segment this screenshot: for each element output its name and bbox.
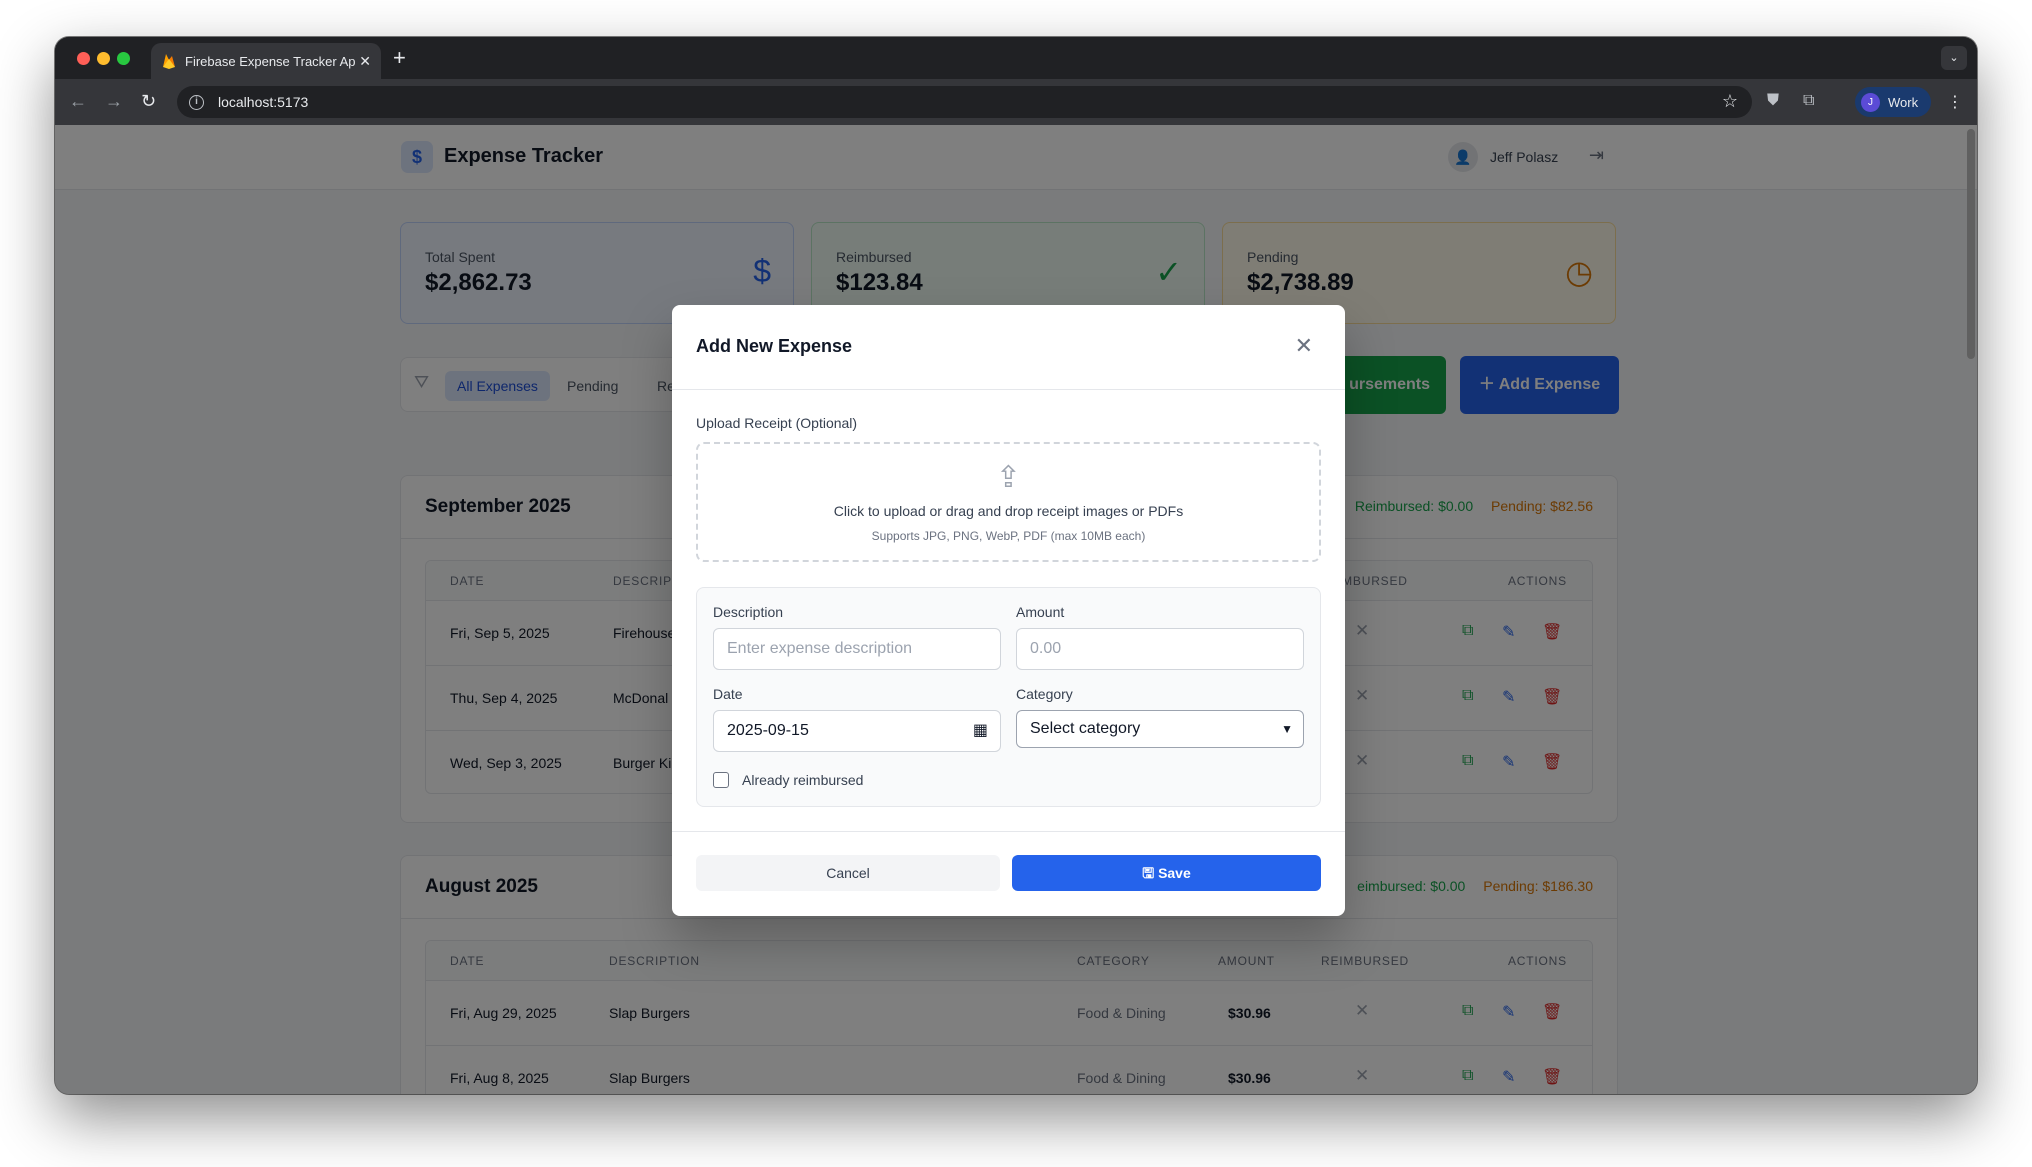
description-label: Description [713, 604, 784, 620]
upload-label: Upload Receipt (Optional) [696, 415, 858, 431]
amount-label: Amount [1016, 604, 1065, 620]
address-url: localhost:5173 [218, 94, 309, 110]
close-tab-icon[interactable]: ✕ [359, 53, 371, 70]
date-label: Date [713, 686, 743, 702]
upload-formats: Supports JPG, PNG, WebP, PDF (max 10MB e… [871, 529, 1146, 543]
date-input[interactable]: 2025-09-15 ▦ [713, 710, 1001, 752]
chevron-down-icon: ▼ [1281, 722, 1293, 736]
site-info-icon[interactable]: i [189, 94, 204, 110]
save-label: Save [1158, 865, 1191, 881]
receipt-dropzone[interactable]: ⇪ Click to upload or drag and drop recei… [696, 442, 1321, 562]
shield-extension-icon[interactable]: ⛊ [1767, 92, 1779, 110]
expense-form: Description Enter expense description Am… [696, 587, 1321, 807]
description-input[interactable]: Enter expense description [713, 628, 1001, 670]
firebase-icon [163, 54, 175, 69]
address-bar[interactable]: i localhost:5173 ☆ [177, 86, 1752, 118]
maximize-window-button[interactable] [117, 52, 130, 65]
page-viewport: $ Expense Tracker 👤 Jeff Polasz ⇥ Total … [55, 125, 1977, 1094]
calendar-icon[interactable]: ▦ [973, 711, 988, 751]
save-button[interactable]: 🖫 Save [1012, 855, 1321, 891]
category-label: Category [1016, 686, 1073, 702]
tab-title: Firebase Expense Tracker App [185, 53, 355, 69]
forward-icon[interactable]: → [105, 91, 123, 112]
browser-menu-icon[interactable]: ⋮ [1947, 92, 1963, 112]
date-value: 2025-09-15 [727, 722, 809, 739]
back-icon[interactable]: ← [69, 91, 87, 112]
new-tab-icon[interactable]: + [393, 45, 406, 71]
tab-search-icon[interactable]: ⌄ [1941, 46, 1967, 70]
divider [672, 389, 1345, 390]
cancel-button[interactable]: Cancel [696, 855, 1000, 891]
add-expense-modal: Add New Expense ✕ Upload Receipt (Option… [672, 305, 1345, 916]
close-icon[interactable]: ✕ [1295, 333, 1313, 359]
category-value: Select category [1030, 720, 1141, 737]
divider [672, 831, 1345, 832]
save-disk-icon: 🖫 [1142, 865, 1159, 881]
close-window-button[interactable] [77, 52, 90, 65]
reimbursed-checkbox-label[interactable]: Already reimbursed [742, 772, 863, 788]
extensions-puzzle-icon[interactable]: ⧉ [1803, 92, 1814, 110]
reimbursed-checkbox[interactable] [713, 772, 729, 788]
upload-icon: ⇪ [995, 461, 1022, 494]
browser-tab[interactable]: Firebase Expense Tracker App ✕ [151, 43, 381, 79]
minimize-window-button[interactable] [97, 52, 110, 65]
profile-label: Work [1888, 94, 1919, 110]
profile-avatar: J [1861, 92, 1880, 112]
browser-window: Firebase Expense Tracker App ✕ + ⌄ ← → ↻… [55, 37, 1977, 1094]
profile-button[interactable]: J Work [1855, 87, 1931, 117]
tab-strip: Firebase Expense Tracker App ✕ + ⌄ [55, 37, 1977, 79]
category-select[interactable]: Select category ▼ [1016, 710, 1304, 748]
reload-icon[interactable]: ↻ [141, 91, 156, 112]
amount-input[interactable]: 0.00 [1016, 628, 1304, 670]
bookmark-star-icon[interactable]: ☆ [1722, 91, 1738, 112]
upload-instructions: Click to upload or drag and drop receipt… [833, 503, 1184, 519]
browser-toolbar: ← → ↻ i localhost:5173 ☆ ⛊ ⧉ J Work ⋮ [55, 79, 1977, 125]
modal-title: Add New Expense [696, 336, 853, 356]
